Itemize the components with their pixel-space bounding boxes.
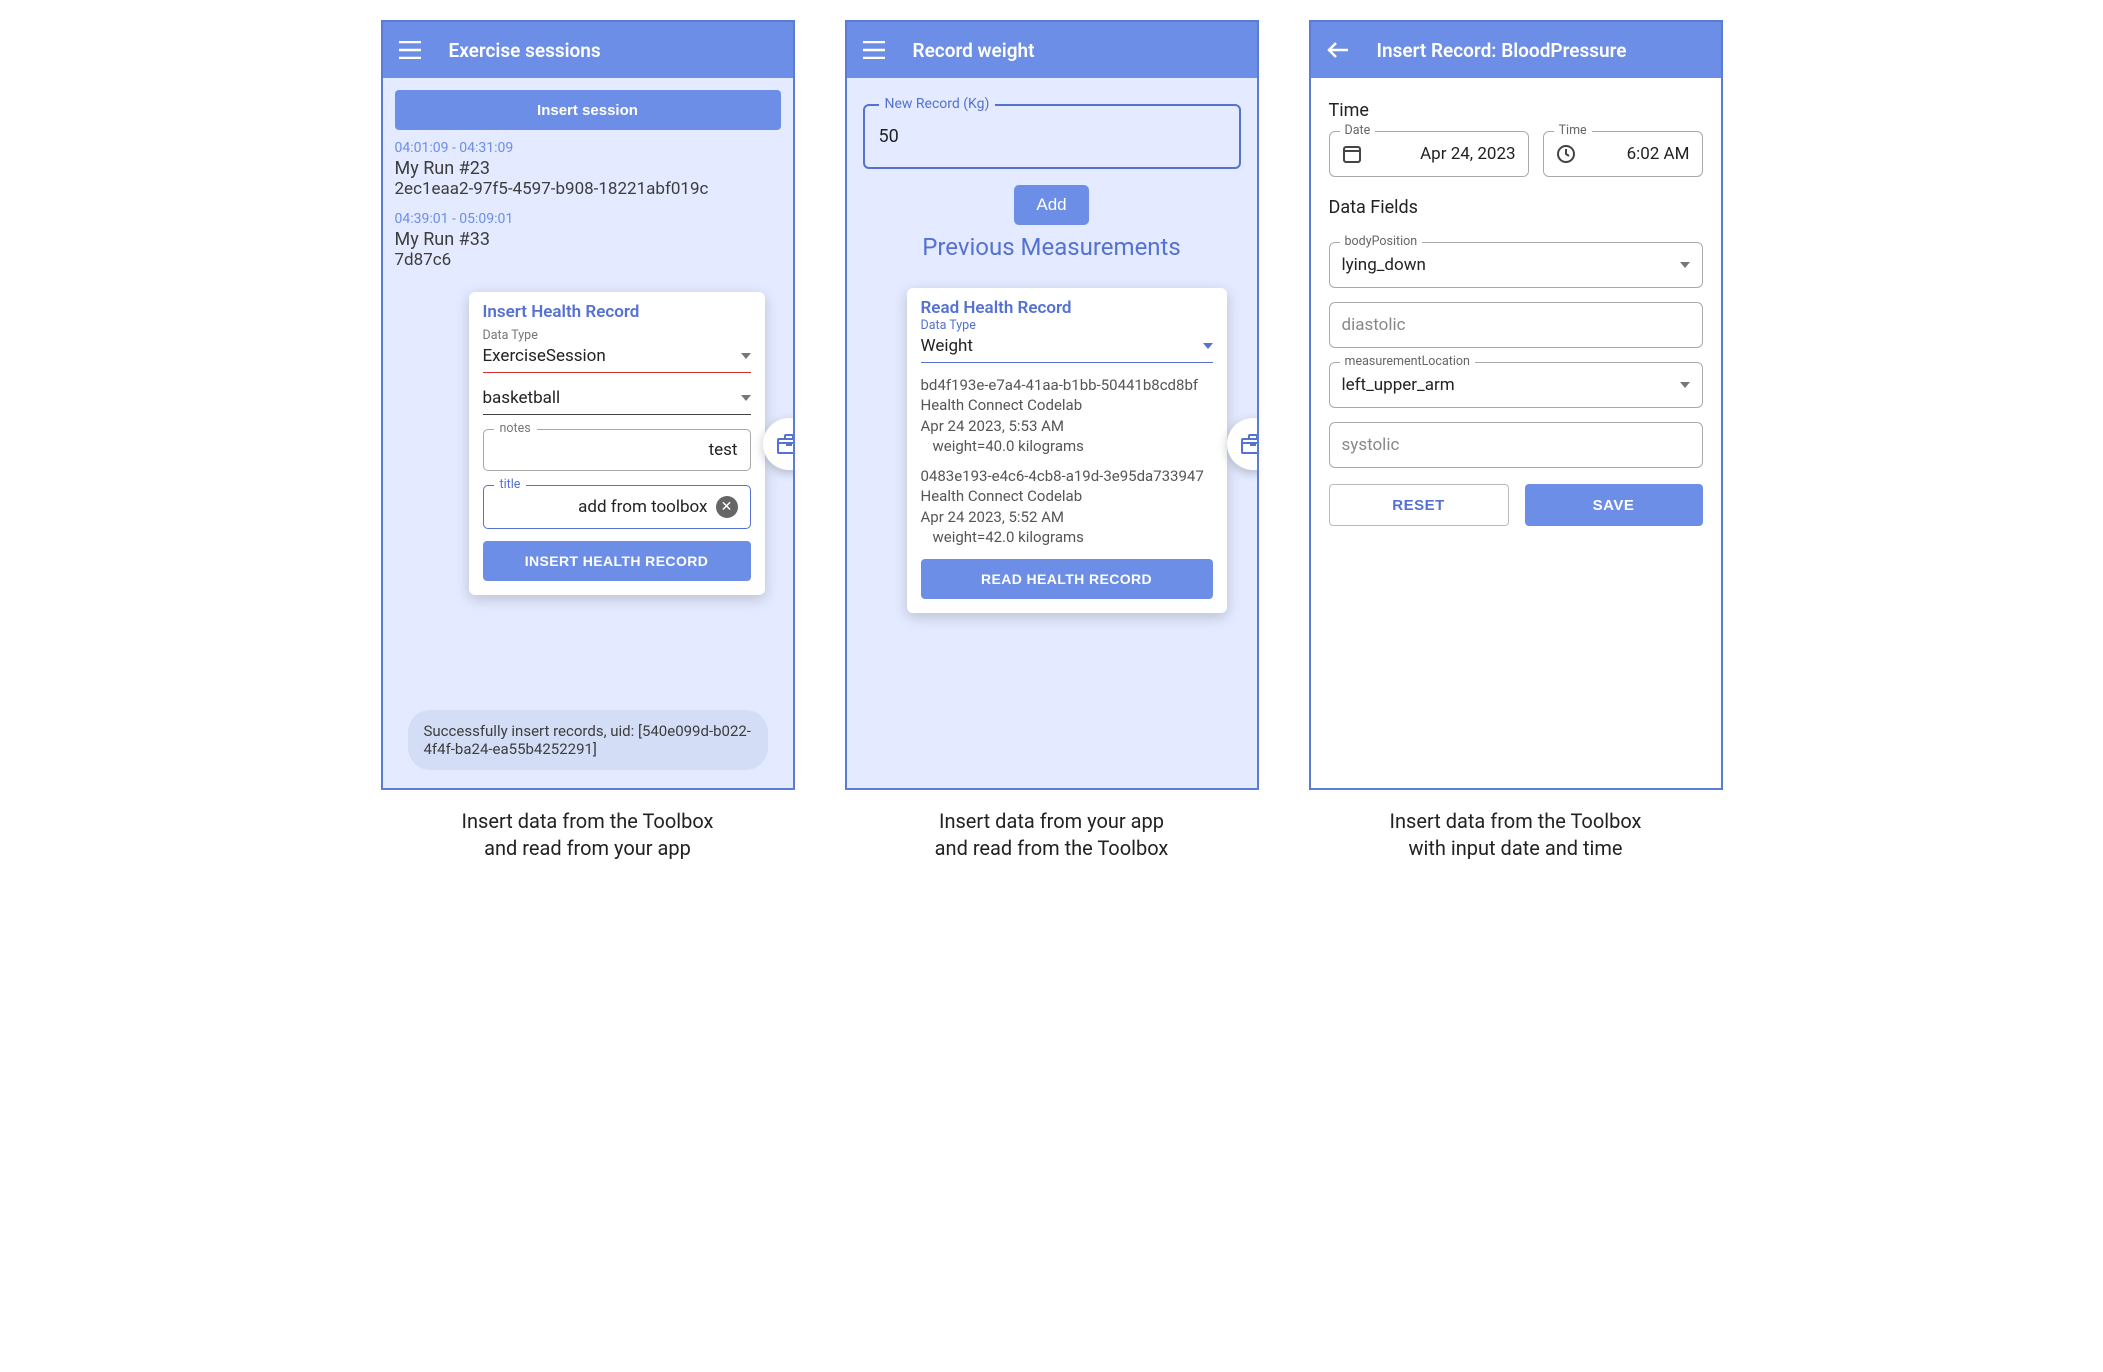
screen3-body: Time Date Apr 24, 2023 Time 6:02 AM Data… [1311, 78, 1721, 542]
title-input[interactable]: title add from toolbox ✕ [483, 485, 751, 529]
notes-value: test [709, 440, 738, 460]
diastolic-input[interactable]: diastolic [1329, 302, 1703, 348]
data-type-label: Data Type [921, 318, 1213, 333]
record-app: Health Connect Codelab [921, 486, 1213, 506]
diastolic-placeholder: diastolic [1342, 315, 1406, 335]
toolbox-icon [1241, 434, 1259, 454]
appbar: Insert Record: BloodPressure [1311, 22, 1721, 78]
chevron-down-icon [741, 353, 751, 359]
record-value: weight=42.0 kilograms [921, 527, 1213, 547]
back-arrow-icon[interactable] [1327, 41, 1349, 59]
screen3-wrap: Insert Record: BloodPressure Time Date A… [1309, 20, 1723, 862]
time-value: 6:02 AM [1586, 144, 1690, 164]
popup-title: Insert Health Record [483, 302, 751, 322]
screens-container: Exercise sessions Insert session 04:01:0… [381, 20, 1723, 862]
hamburger-icon[interactable] [399, 41, 421, 59]
notes-input[interactable]: notes test [483, 429, 751, 471]
date-value: Apr 24, 2023 [1372, 144, 1516, 164]
insert-session-button[interactable]: Insert session [395, 90, 781, 130]
data-type-select[interactable]: ExerciseSession [483, 343, 751, 373]
session-title: My Run #23 [395, 158, 781, 179]
screen2-body: New Record (Kg) 50 Add Previous Measurem… [847, 78, 1257, 788]
record-app: Health Connect Codelab [921, 395, 1213, 415]
clear-icon[interactable]: ✕ [716, 496, 738, 518]
measurement-location-value: left_upper_arm [1342, 375, 1455, 395]
calendar-icon [1342, 144, 1362, 164]
date-label: Date [1340, 123, 1376, 138]
appbar-title: Record weight [913, 39, 1035, 62]
systolic-input[interactable]: systolic [1329, 422, 1703, 468]
record-uid: bd4f193e-e7a4-41aa-b1bb-50441b8cd8bf [921, 375, 1213, 395]
screen3-caption: Insert data from the Toolbox with input … [1390, 808, 1642, 862]
screen1-caption: Insert data from the Toolbox and read fr… [462, 808, 714, 862]
chevron-down-icon [741, 395, 751, 401]
chevron-down-icon [1680, 262, 1690, 268]
screen3-phone: Insert Record: BloodPressure Time Date A… [1309, 20, 1723, 790]
session-time: 04:39:01 - 05:09:01 [395, 211, 781, 227]
body-position-label: bodyPosition [1340, 234, 1423, 249]
measurement-location-label: measurementLocation [1340, 354, 1475, 369]
session-uid: 2ec1eaa2-97f5-4597-b908-18221abf019c [395, 179, 781, 199]
screen2-caption: Insert data from your app and read from … [935, 808, 1169, 862]
screen1-phone: Exercise sessions Insert session 04:01:0… [381, 20, 795, 790]
measurement-location-select[interactable]: measurementLocation left_upper_arm [1329, 362, 1703, 408]
appbar: Exercise sessions [383, 22, 793, 78]
session-item[interactable]: 04:39:01 - 05:09:01 My Run #33 7d87c6 [395, 209, 781, 272]
exercise-type-select[interactable]: basketball [483, 385, 751, 415]
record-item: bd4f193e-e7a4-41aa-b1bb-50441b8cd8bf Hea… [921, 375, 1213, 456]
screen1-body: Insert session 04:01:09 - 04:31:09 My Ru… [383, 78, 793, 788]
time-label: Time [1554, 123, 1592, 138]
add-button[interactable]: Add [1014, 185, 1088, 225]
new-record-label: New Record (Kg) [879, 96, 996, 112]
session-uid: 7d87c6 [395, 250, 781, 270]
insert-health-record-button[interactable]: INSERT HEALTH RECORD [483, 541, 751, 581]
success-toast: Successfully insert records, uid: [540e0… [408, 710, 768, 770]
data-type-select[interactable]: Weight [921, 333, 1213, 363]
read-health-popup: Read Health Record Data Type Weight bd4f… [907, 288, 1227, 613]
previous-measurements-title: Previous Measurements [847, 233, 1257, 261]
toolbox-fab[interactable] [763, 418, 795, 470]
title-value: add from toolbox [578, 497, 707, 517]
session-time: 04:01:09 - 04:31:09 [395, 140, 781, 156]
record-item: 0483e193-e4c6-4cb8-a19d-3e95da733947 Hea… [921, 466, 1213, 547]
data-type-value: ExerciseSession [483, 346, 606, 366]
data-type-label: Data Type [483, 328, 751, 343]
notes-label: notes [494, 421, 537, 436]
popup-title: Read Health Record [921, 298, 1213, 318]
body-position-value: lying_down [1342, 255, 1426, 275]
save-button[interactable]: SAVE [1525, 484, 1703, 526]
time-field[interactable]: Time 6:02 AM [1543, 131, 1703, 177]
record-uid: 0483e193-e4c6-4cb8-a19d-3e95da733947 [921, 466, 1213, 486]
read-health-record-button[interactable]: READ HEALTH RECORD [921, 559, 1213, 599]
chevron-down-icon [1203, 343, 1213, 349]
clock-icon [1556, 144, 1576, 164]
screen2-wrap: Record weight New Record (Kg) 50 Add Pre… [845, 20, 1259, 862]
data-type-value: Weight [921, 336, 973, 356]
new-record-input[interactable]: New Record (Kg) 50 [863, 104, 1241, 169]
screen2-phone: Record weight New Record (Kg) 50 Add Pre… [845, 20, 1259, 790]
toolbox-icon [777, 434, 795, 454]
systolic-placeholder: systolic [1342, 435, 1400, 455]
record-value: weight=40.0 kilograms [921, 436, 1213, 456]
toolbox-fab[interactable] [1227, 418, 1259, 470]
record-time: Apr 24 2023, 5:52 AM [921, 507, 1213, 527]
date-field[interactable]: Date Apr 24, 2023 [1329, 131, 1529, 177]
appbar: Record weight [847, 22, 1257, 78]
reset-button[interactable]: RESET [1329, 484, 1509, 526]
hamburger-icon[interactable] [863, 41, 885, 59]
title-label: title [494, 477, 527, 492]
screen1-wrap: Exercise sessions Insert session 04:01:0… [381, 20, 795, 862]
body-position-select[interactable]: bodyPosition lying_down [1329, 242, 1703, 288]
appbar-title: Insert Record: BloodPressure [1377, 39, 1627, 62]
session-item[interactable]: 04:01:09 - 04:31:09 My Run #23 2ec1eaa2-… [395, 138, 781, 201]
time-section-title: Time [1329, 100, 1703, 121]
insert-health-popup: Insert Health Record Data Type ExerciseS… [469, 292, 765, 595]
appbar-title: Exercise sessions [449, 39, 601, 62]
record-time: Apr 24 2023, 5:53 AM [921, 416, 1213, 436]
session-title: My Run #33 [395, 229, 781, 250]
chevron-down-icon [1680, 382, 1690, 388]
exercise-type-value: basketball [483, 388, 561, 408]
data-fields-section-title: Data Fields [1329, 197, 1703, 218]
new-record-value: 50 [879, 126, 899, 147]
